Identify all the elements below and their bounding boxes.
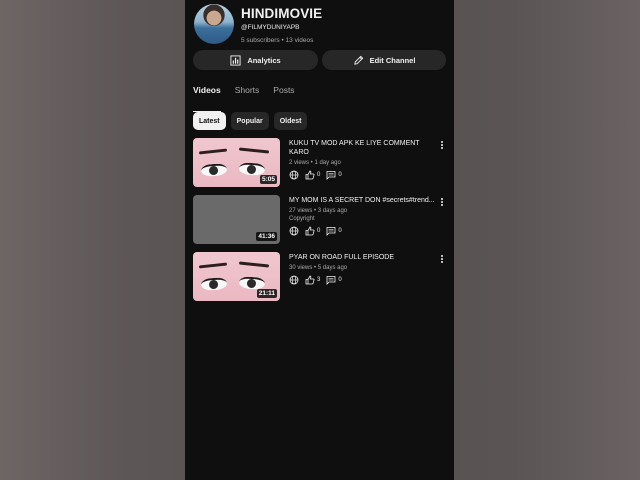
like-count[interactable]: 0 bbox=[305, 170, 320, 180]
video-actions: 0 0 bbox=[289, 226, 437, 236]
analytics-button[interactable]: Analytics bbox=[193, 50, 318, 70]
globe-icon bbox=[289, 275, 299, 285]
channel-name: HINDIMOVIE bbox=[241, 6, 323, 21]
comment-count-value: 0 bbox=[338, 172, 342, 178]
video-title[interactable]: KUKU TV MOD APK KE LIYE COMMENT KARO bbox=[289, 139, 437, 157]
more-vertical-icon[interactable] bbox=[438, 197, 446, 207]
video-stats: 30 views • 5 days ago bbox=[289, 265, 348, 271]
channel-avatar[interactable] bbox=[194, 4, 234, 44]
like-count[interactable]: 3 bbox=[305, 275, 320, 285]
video-stats: 2 views • 1 day ago bbox=[289, 160, 341, 166]
like-count-value: 0 bbox=[317, 172, 321, 178]
video-meta: KUKU TV MOD APK KE LIYE COMMENT KARO 2 v… bbox=[289, 139, 437, 180]
comment-icon bbox=[326, 276, 336, 285]
bar-chart-icon bbox=[230, 54, 241, 66]
video-title[interactable]: PYAR ON ROAD FULL EPISODE bbox=[289, 253, 437, 262]
comment-count-value: 0 bbox=[338, 277, 342, 283]
thumbnail-art bbox=[238, 261, 270, 268]
thumbs-up-icon bbox=[305, 226, 315, 236]
pencil-icon bbox=[353, 55, 363, 65]
thumbs-up-icon bbox=[305, 170, 315, 180]
thumbnail-art bbox=[198, 148, 228, 155]
sort-chips: Latest Popular Oldest bbox=[193, 112, 308, 130]
edit-channel-button-label: Edit Channel bbox=[369, 55, 416, 65]
thumbnail-art bbox=[238, 147, 270, 154]
thumbnail-art bbox=[238, 276, 266, 290]
video-item[interactable]: 41:36 MY MOM IS A SECRET DON #secrets#tr… bbox=[193, 195, 446, 252]
comment-icon bbox=[326, 171, 336, 180]
edit-channel-button[interactable]: Edit Channel bbox=[322, 50, 446, 70]
like-count[interactable]: 0 bbox=[305, 226, 320, 236]
copyright-label: Copyright bbox=[289, 216, 315, 222]
like-count-value: 3 bbox=[317, 277, 321, 283]
thumbnail-art bbox=[200, 277, 228, 291]
video-item[interactable]: 5:05 KUKU TV MOD APK KE LIYE COMMENT KAR… bbox=[193, 138, 446, 195]
channel-page: HINDIMOVIE @FILMYDUNIYAPB 5 subscribers … bbox=[185, 0, 454, 480]
thumbnail-art bbox=[238, 162, 266, 176]
thumbnail-art bbox=[200, 163, 228, 177]
tab-posts[interactable]: Posts bbox=[273, 85, 294, 105]
comment-count[interactable]: 0 bbox=[326, 170, 342, 180]
video-meta: MY MOM IS A SECRET DON #secrets#trend...… bbox=[289, 196, 437, 236]
video-stats: 27 views • 3 days ago bbox=[289, 208, 348, 214]
chip-popular[interactable]: Popular bbox=[230, 112, 269, 130]
video-item[interactable]: 21:11 PYAR ON ROAD FULL EPISODE 30 views… bbox=[193, 252, 446, 309]
comment-icon bbox=[326, 227, 336, 236]
comment-count[interactable]: 0 bbox=[326, 275, 342, 285]
channel-handle: @FILMYDUNIYAPB bbox=[241, 24, 300, 31]
chip-oldest[interactable]: Oldest bbox=[273, 112, 308, 130]
video-thumbnail[interactable]: 41:36 bbox=[193, 195, 280, 244]
video-duration: 5:05 bbox=[259, 175, 277, 184]
video-thumbnail[interactable]: 5:05 bbox=[193, 138, 280, 187]
video-duration: 21:11 bbox=[256, 289, 277, 298]
channel-stats: 5 subscribers • 13 videos bbox=[241, 37, 314, 44]
globe-icon bbox=[289, 170, 299, 180]
video-title[interactable]: MY MOM IS A SECRET DON #secrets#trend... bbox=[289, 196, 437, 205]
video-list: 5:05 KUKU TV MOD APK KE LIYE COMMENT KAR… bbox=[193, 138, 446, 309]
comment-count[interactable]: 0 bbox=[326, 226, 342, 236]
video-duration: 41:36 bbox=[256, 232, 277, 241]
channel-tabs: Videos Shorts Posts bbox=[193, 85, 295, 112]
more-vertical-icon[interactable] bbox=[438, 140, 446, 150]
thumbnail-art bbox=[198, 262, 228, 269]
thumbs-up-icon bbox=[305, 275, 315, 285]
tab-shorts[interactable]: Shorts bbox=[235, 85, 260, 105]
analytics-button-label: Analytics bbox=[247, 55, 281, 65]
video-actions: 3 0 bbox=[289, 275, 437, 285]
comment-count-value: 0 bbox=[338, 228, 342, 234]
video-meta: PYAR ON ROAD FULL EPISODE 30 views • 5 d… bbox=[289, 253, 437, 285]
tab-videos[interactable]: Videos bbox=[193, 85, 221, 112]
more-vertical-icon[interactable] bbox=[438, 254, 446, 264]
globe-icon bbox=[289, 226, 299, 236]
video-thumbnail[interactable]: 21:11 bbox=[193, 252, 280, 301]
channel-header: HINDIMOVIE @FILMYDUNIYAPB 5 subscribers … bbox=[193, 3, 446, 45]
video-actions: 0 0 bbox=[289, 170, 437, 180]
chip-latest[interactable]: Latest bbox=[193, 112, 226, 130]
like-count-value: 0 bbox=[317, 228, 321, 234]
